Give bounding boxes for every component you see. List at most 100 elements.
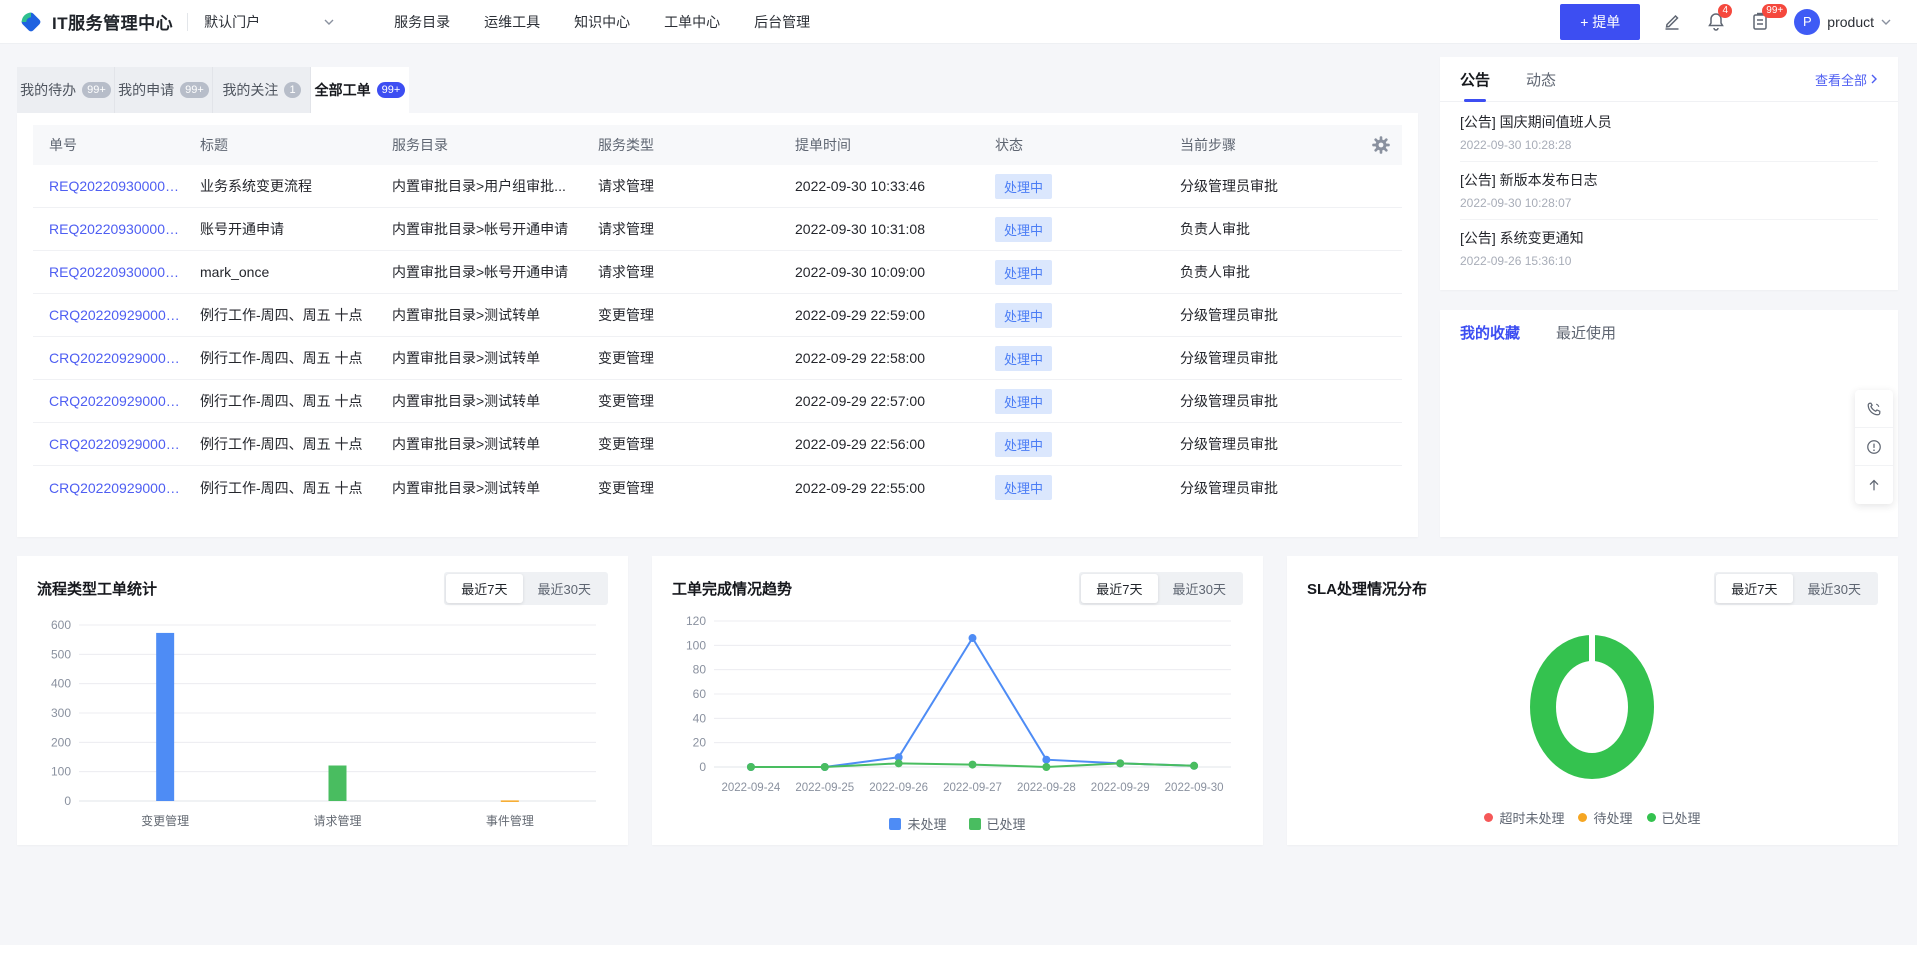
nav-item-ops-tools[interactable]: 运维工具 <box>482 8 542 36</box>
tab-my-todo[interactable]: 我的待办 99+ <box>17 67 115 113</box>
chart-card-process-type: 流程类型工单统计 最近7天 最近30天 6005004003002001000变… <box>17 556 628 845</box>
tab-announcements[interactable]: 公告 <box>1460 57 1490 102</box>
tab-my-favorites[interactable]: 我的收藏 <box>1460 310 1520 355</box>
status-badge: 处理中 <box>995 303 1052 328</box>
legend-swatch <box>889 818 901 830</box>
legend-item-done[interactable]: 已处理 <box>1647 808 1701 827</box>
tab-label: 我的申请 <box>118 80 174 100</box>
notification-bell-icon[interactable]: 4 <box>1706 11 1728 33</box>
dashboard-charts-row: 流程类型工单统计 最近7天 最近30天 6005004003002001000变… <box>17 556 1898 845</box>
tab-activity[interactable]: 动态 <box>1526 57 1556 102</box>
ticket-catalog: 内置审批目录>测试转单 <box>392 305 598 325</box>
table-row: REQ20220930000001 mark_once 内置审批目录>帐号开通申… <box>33 251 1402 294</box>
range-30d-button[interactable]: 最近30天 <box>523 574 606 603</box>
feedback-info-icon[interactable] <box>1855 428 1893 466</box>
back-to-top-icon[interactable] <box>1855 466 1893 504</box>
tab-all-tickets[interactable]: 全部工单 99+ <box>311 67 409 113</box>
svg-text:300: 300 <box>51 706 71 720</box>
legend-item-overdue[interactable]: 超时未处理 <box>1484 808 1564 827</box>
ticket-id-link[interactable]: CRQ20220929000061 <box>49 436 200 452</box>
legend-item-pending[interactable]: 待处理 <box>1578 808 1632 827</box>
ticket-catalog: 内置审批目录>帐号开通申请 <box>392 219 598 239</box>
ticket-id-link[interactable]: CRQ20220929000060 <box>49 480 200 496</box>
chevron-down-icon <box>324 17 334 27</box>
ticket-title: 例行工作-周四、周五 十点 <box>200 391 392 411</box>
announcement-time: 2022-09-30 10:28:28 <box>1460 138 1878 152</box>
svg-text:请求管理: 请求管理 <box>313 813 361 828</box>
ticket-step: 负责人审批 <box>1180 219 1370 239</box>
legend-label: 未处理 <box>907 814 946 833</box>
announcement-title: [公告] 国庆期间值班人员 <box>1460 112 1878 132</box>
view-all-link[interactable]: 查看全部 <box>1815 70 1878 89</box>
nav-item-service-catalog[interactable]: 服务目录 <box>392 8 452 36</box>
range-toggle: 最近7天 最近30天 <box>1079 572 1243 605</box>
svg-text:500: 500 <box>51 647 71 661</box>
page-bottom-strip <box>0 945 1917 957</box>
announcement-item[interactable]: [公告] 系统变更通知 2022-09-26 15:36:10 <box>1460 220 1878 277</box>
ticket-table-card: 单号 标题 服务目录 服务类型 提单时间 状态 当前步骤 REQ20220930… <box>17 113 1418 537</box>
tab-my-follows[interactable]: 我的关注 1 <box>213 67 311 113</box>
nav-item-knowledge-center[interactable]: 知识中心 <box>572 8 632 36</box>
table-row: CRQ20220929000060 例行工作-周四、周五 十点 内置审批目录>测… <box>33 466 1402 509</box>
tab-badge: 99+ <box>180 82 209 98</box>
edit-icon[interactable] <box>1662 11 1684 33</box>
svg-text:2022-09-25: 2022-09-25 <box>795 782 854 794</box>
legend-label: 已处理 <box>987 814 1026 833</box>
status-badge: 处理中 <box>995 432 1052 457</box>
main-nav: 服务目录 运维工具 知识中心 工单中心 后台管理 <box>392 8 812 36</box>
ticket-time: 2022-09-29 22:59:00 <box>795 307 995 323</box>
donut-chart-legend: 超时未处理 待处理 已处理 <box>1307 808 1878 827</box>
legend-label: 超时未处理 <box>1499 808 1564 827</box>
legend-swatch <box>1578 813 1587 822</box>
svg-text:120: 120 <box>686 614 706 628</box>
portal-select[interactable]: 默认门户 <box>204 12 334 32</box>
nav-item-ticket-center[interactable]: 工单中心 <box>662 8 722 36</box>
todo-clipboard-icon[interactable]: 99+ <box>1750 11 1772 33</box>
tab-badge: 99+ <box>377 82 406 98</box>
contact-phone-icon[interactable] <box>1855 390 1893 428</box>
nav-item-admin[interactable]: 后台管理 <box>752 8 812 36</box>
tab-label: 全部工单 <box>315 80 371 100</box>
ticket-id-link[interactable]: REQ20220930000002 <box>49 221 200 237</box>
table-row: CRQ20220929000063 例行工作-周四、周五 十点 内置审批目录>测… <box>33 337 1402 380</box>
ticket-id-link[interactable]: CRQ20220929000063 <box>49 350 200 366</box>
legend-item-handled[interactable]: 已处理 <box>969 814 1026 833</box>
ticket-catalog: 内置审批目录>测试转单 <box>392 478 598 498</box>
range-7d-button[interactable]: 最近7天 <box>1081 574 1157 603</box>
tab-label: 我的待办 <box>20 80 76 100</box>
create-ticket-button[interactable]: + 提单 <box>1560 4 1640 40</box>
ticket-time: 2022-09-30 10:33:46 <box>795 178 995 194</box>
range-30d-button[interactable]: 最近30天 <box>1158 574 1241 603</box>
ticket-title: 例行工作-周四、周五 十点 <box>200 348 392 368</box>
tab-my-requests[interactable]: 我的申请 99+ <box>115 67 213 113</box>
announcement-item[interactable]: [公告] 新版本发布日志 2022-09-30 10:28:07 <box>1460 162 1878 220</box>
chart-title: 流程类型工单统计 <box>37 578 157 599</box>
ticket-id-link[interactable]: CRQ20220929000062 <box>49 393 200 409</box>
range-7d-button[interactable]: 最近7天 <box>1716 574 1792 603</box>
ticket-id-link[interactable]: REQ20220930000003 <box>49 178 200 194</box>
table-settings-gear-icon[interactable] <box>1370 134 1392 156</box>
range-7d-button[interactable]: 最近7天 <box>446 574 522 603</box>
table-row: REQ20220930000002 账号开通申请 内置审批目录>帐号开通申请 请… <box>33 208 1402 251</box>
chevron-down-icon <box>1881 17 1891 27</box>
status-badge: 处理中 <box>995 389 1052 414</box>
announcement-time: 2022-09-26 15:36:10 <box>1460 254 1878 268</box>
ticket-id-link[interactable]: CRQ20220929000064 <box>49 307 200 323</box>
announcement-item[interactable]: [公告] 国庆期间值班人员 2022-09-30 10:28:28 <box>1460 104 1878 162</box>
user-menu[interactable]: P product <box>1794 9 1891 35</box>
logo-icon <box>18 9 44 35</box>
favorites-card: 我的收藏 最近使用 <box>1440 310 1898 537</box>
table-row: CRQ20220929000062 例行工作-周四、周五 十点 内置审批目录>测… <box>33 380 1402 423</box>
status-badge: 处理中 <box>995 346 1052 371</box>
ticket-time: 2022-09-29 22:56:00 <box>795 436 995 452</box>
ticket-type: 变更管理 <box>598 434 795 454</box>
ticket-id-link[interactable]: REQ20220930000001 <box>49 264 200 280</box>
svg-text:20: 20 <box>693 736 707 750</box>
legend-swatch <box>1484 813 1493 822</box>
legend-item-unhandled[interactable]: 未处理 <box>889 814 946 833</box>
ticket-step: 分级管理员审批 <box>1180 434 1370 454</box>
svg-text:2022-09-27: 2022-09-27 <box>943 782 1002 794</box>
range-30d-button[interactable]: 最近30天 <box>1793 574 1876 603</box>
tab-recently-used[interactable]: 最近使用 <box>1556 310 1616 355</box>
chevron-right-icon <box>1870 74 1878 84</box>
